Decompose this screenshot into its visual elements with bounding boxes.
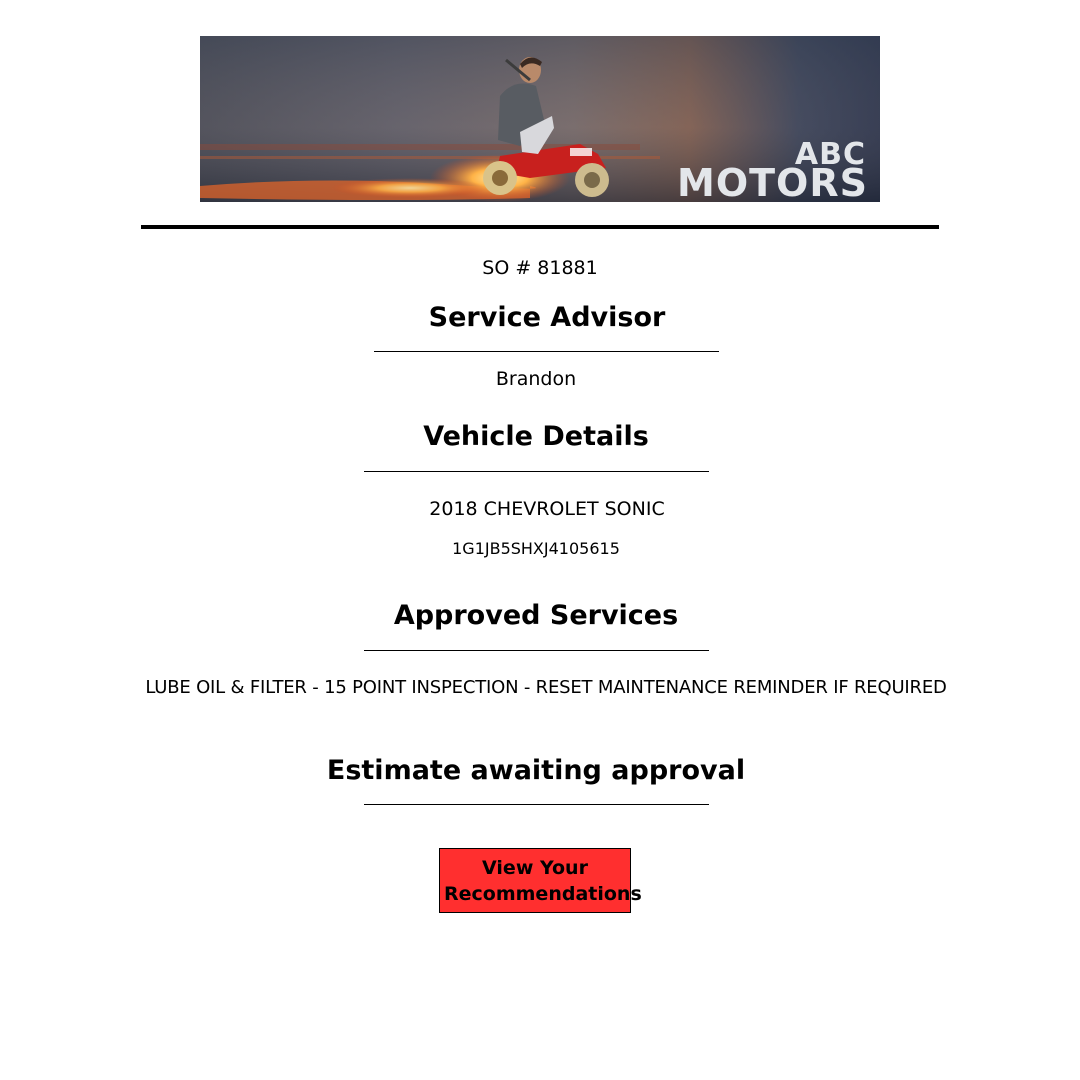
estimate-status-heading: Estimate awaiting approval bbox=[326, 755, 746, 786]
vehicle-details-heading: Vehicle Details bbox=[423, 421, 649, 452]
approved-services-list: LUBE OIL & FILTER - 15 POINT INSPECTION … bbox=[145, 677, 947, 698]
vehicle-details-divider bbox=[364, 471, 709, 472]
estimate-divider bbox=[364, 804, 709, 805]
so-number-text: SO # 81881 bbox=[482, 257, 598, 279]
approved-services-divider bbox=[364, 650, 709, 651]
service-advisor-heading: Service Advisor bbox=[428, 302, 666, 333]
service-advisor-divider bbox=[374, 351, 719, 352]
view-recommendations-line1: View Your bbox=[482, 857, 588, 879]
header-banner: ABC MOTORS bbox=[200, 36, 880, 202]
vehicle-description: 2018 CHEVROLET SONIC bbox=[429, 498, 665, 520]
view-recommendations-button[interactable]: View Your Recommendations bbox=[439, 848, 642, 913]
so-number: SO # 81881 bbox=[0, 257, 1080, 279]
approved-services-heading: Approved Services bbox=[393, 600, 679, 631]
service-advisor-name: Brandon bbox=[495, 368, 577, 390]
logo-motors-text: MOTORS bbox=[677, 161, 868, 202]
header-divider bbox=[141, 225, 939, 229]
view-recommendations-line2: Recommendations bbox=[444, 883, 642, 905]
vehicle-vin: 1G1JB5SHXJ4105615 bbox=[452, 539, 620, 558]
